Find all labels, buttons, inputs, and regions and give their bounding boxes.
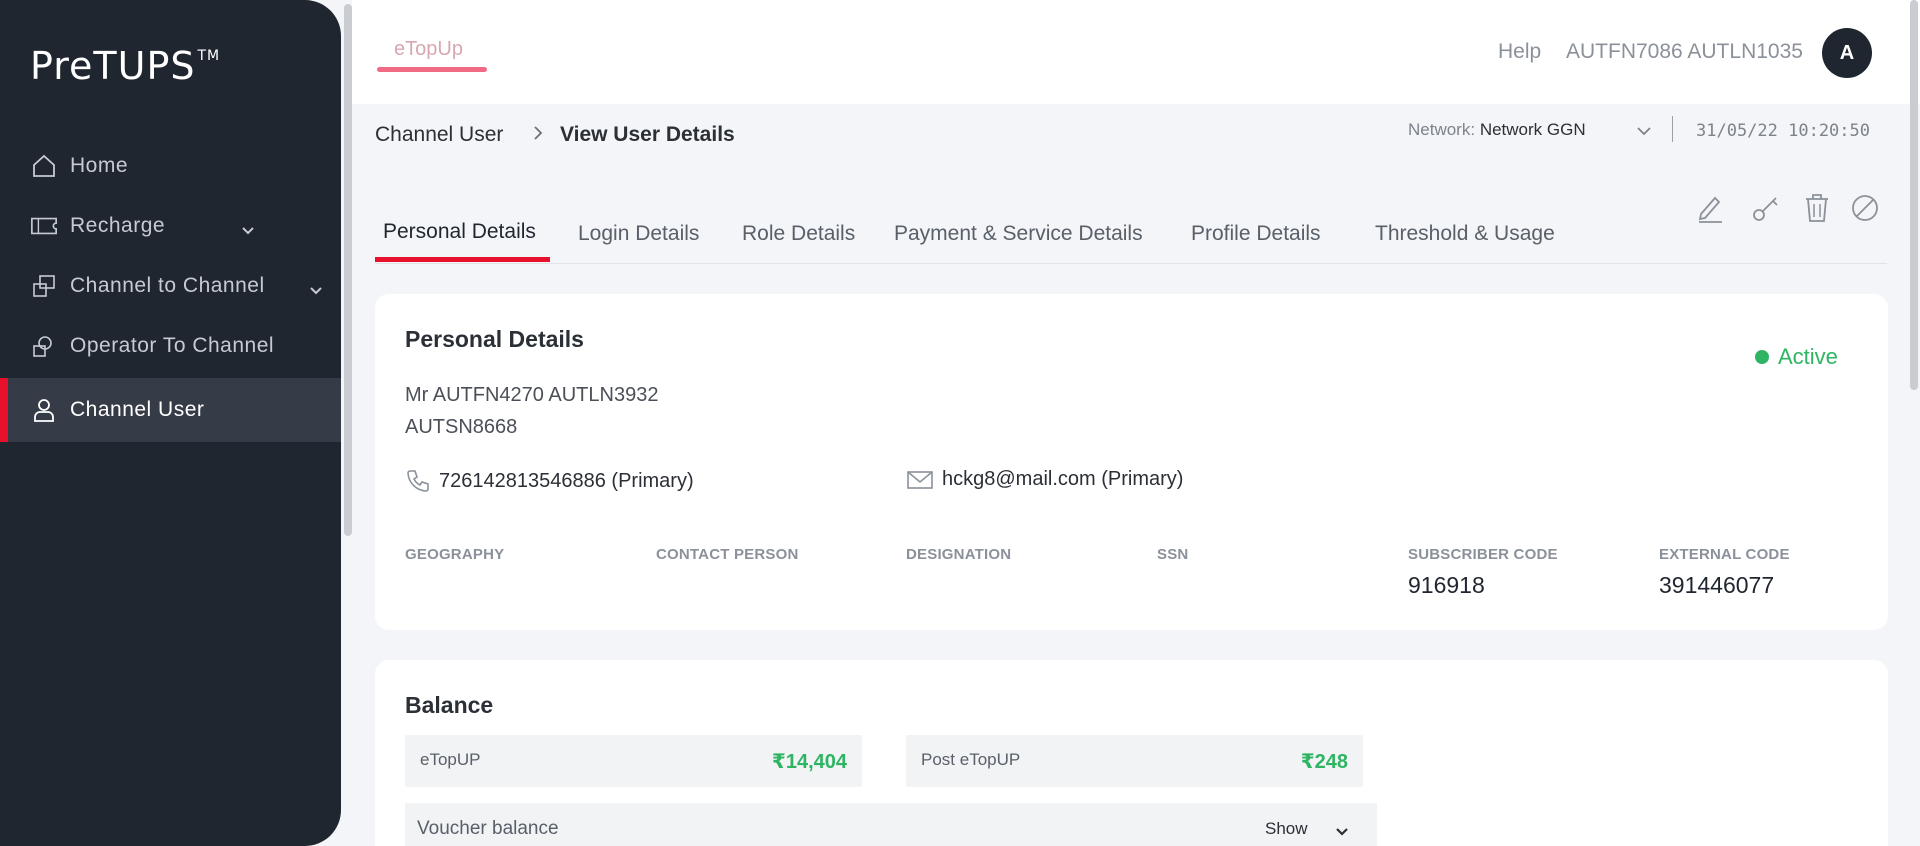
email-address: hckg8@mail.com (Primary) [942, 468, 1184, 490]
chevron-down-icon [241, 218, 255, 242]
avatar[interactable]: A [1822, 28, 1872, 78]
status-text: Active [1778, 344, 1838, 369]
sidebar-scrollbar[interactable] [344, 4, 352, 536]
chevron-down-icon[interactable] [1335, 824, 1349, 842]
balance-label: eTopUP [420, 750, 481, 769]
personal-details-card: Personal Details Active Mr AUTFN4270 AUT… [375, 294, 1888, 630]
tab-role-details[interactable]: Role Details [742, 222, 855, 246]
user-name[interactable]: AUTFN7086 AUTLN1035 [1566, 40, 1803, 64]
tab-profile-details[interactable]: Profile Details [1191, 222, 1321, 246]
chevron-down-icon [309, 278, 323, 302]
user-short-name: AUTSN8668 [405, 416, 518, 438]
personal-details-title: Personal Details [405, 326, 584, 352]
field-label-contact-person: CONTACT PERSON [656, 546, 799, 563]
operator-transfer-icon [30, 332, 58, 360]
sidebar-nav: Home Recharge Channel to Channel Operato… [0, 136, 341, 442]
balance-title: Balance [405, 692, 494, 718]
tab-login-details[interactable]: Login Details [578, 222, 699, 246]
sidebar: PreTUPS TM Home Recharge Channel to Chann… [0, 0, 341, 846]
phone-number: 726142813546886 (Primary) [439, 469, 694, 492]
header-divider [1672, 116, 1673, 142]
tab-threshold-usage[interactable]: Threshold & Usage [1375, 222, 1555, 246]
tab-payment-service-details[interactable]: Payment & Service Details [894, 222, 1143, 246]
voucher-balance-row[interactable]: Voucher balance Show [405, 803, 1377, 846]
network-label: Network: [1408, 120, 1476, 139]
sidebar-item-label: Home [70, 154, 129, 177]
app-logo[interactable]: PreTUPS TM [30, 44, 220, 88]
sidebar-item-label: Operator To Channel [70, 334, 275, 357]
home-icon [30, 152, 58, 180]
field-value-external-code: 391446077 [1659, 572, 1775, 598]
phone-contact: 726142813546886 (Primary) [405, 468, 694, 494]
sidebar-item-channel-user[interactable]: Channel User [0, 378, 341, 442]
email-contact: hckg8@mail.com (Primary) [906, 468, 1183, 491]
voucher-show-toggle[interactable]: Show [1265, 819, 1308, 839]
sidebar-item-channel-to-channel[interactable]: Channel to Channel [0, 256, 341, 316]
status-badge: Active [1755, 344, 1838, 370]
tab-personal-details[interactable]: Personal Details [383, 220, 536, 244]
page-scrollbar[interactable] [1910, 0, 1918, 390]
tab-etopup-indicator [377, 67, 487, 72]
field-label-ssn: SSN [1157, 546, 1189, 563]
transfer-icon [30, 272, 58, 300]
network-selector[interactable]: Network: Network GGN [1408, 120, 1586, 140]
help-link[interactable]: Help [1498, 40, 1541, 64]
balance-label: Post eTopUP [921, 750, 1021, 769]
breadcrumb-separator [532, 124, 544, 148]
network-value: Network GGN [1479, 120, 1586, 139]
active-tab-indicator [375, 257, 550, 262]
field-label-geography: GEOGRAPHY [405, 546, 505, 563]
detail-tabs: Personal Details Login Details Role Deta… [375, 206, 1887, 264]
breadcrumb-parent[interactable]: Channel User [375, 123, 503, 147]
sidebar-item-label: Recharge [70, 214, 166, 237]
user-full-name: Mr AUTFN4270 AUTLN3932 [405, 384, 659, 406]
balance-post-etopup: Post eTopUP ₹248 [906, 735, 1363, 787]
user-icon [30, 396, 58, 424]
field-value-subscriber-code: 916918 [1408, 572, 1485, 598]
top-header: eTopUp Help AUTFN7086 AUTLN1035 A [352, 0, 1920, 104]
sidebar-item-recharge[interactable]: Recharge [0, 196, 341, 256]
balance-value: ₹14,404 [771, 751, 847, 773]
mail-icon [906, 469, 934, 491]
sidebar-item-operator-to-channel[interactable]: Operator To Channel [0, 316, 341, 376]
status-dot [1755, 350, 1769, 364]
balance-value: ₹248 [1300, 751, 1348, 773]
sidebar-item-label: Channel to Channel [70, 274, 265, 297]
field-label-subscriber-code: SUBSCRIBER CODE [1408, 546, 1558, 563]
tab-etopup[interactable]: eTopUp [394, 38, 463, 61]
page-title: View User Details [560, 123, 735, 146]
chevron-down-icon[interactable] [1636, 123, 1652, 141]
balance-etopup: eTopUP ₹14,404 [405, 735, 862, 787]
datetime: 31/05/22 10:20:50 [1696, 121, 1870, 141]
balance-card: Balance eTopUP ₹14,404 Post eTopUP ₹248 … [375, 660, 1888, 846]
voucher-balance-label: Voucher balance [417, 818, 559, 839]
phone-icon [405, 468, 431, 494]
ticket-icon [30, 212, 58, 240]
sidebar-item-label: Channel User [70, 398, 205, 421]
field-label-designation: DESIGNATION [906, 546, 1012, 563]
sidebar-item-home[interactable]: Home [0, 136, 341, 196]
field-label-external-code: EXTERNAL CODE [1659, 546, 1790, 563]
